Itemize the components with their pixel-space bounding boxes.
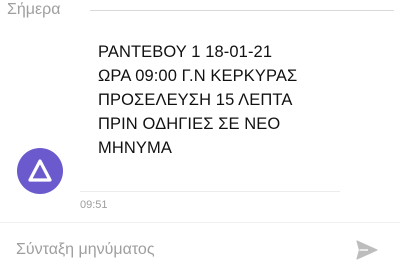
bubble-separator: [80, 191, 340, 192]
messaging-screen: Σήμερα ΡΑΝΤΕΒΟΥ 1 18-01-21 ΩΡΑ 09:00 Γ.Ν…: [0, 0, 400, 265]
message-timestamp: 09:51: [80, 199, 108, 211]
triangle-logo-icon: [28, 159, 52, 182]
sender-avatar[interactable]: [17, 148, 63, 194]
divider-line: [90, 10, 394, 11]
message-line: ΜΗΝΥΜΑ: [98, 139, 172, 157]
send-button[interactable]: [353, 238, 381, 262]
message-composer: [0, 222, 400, 265]
message-line: ΠΡΙΝ ΟΔΗΓΙΕΣ ΣΕ ΝΕΟ: [98, 115, 281, 133]
message-bubble[interactable]: ΡΑΝΤΕΒΟΥ 1 18-01-21 ΩΡΑ 09:00 Γ.Ν ΚΕΡΚΥΡ…: [78, 28, 342, 190]
compose-message-input[interactable]: [16, 241, 316, 259]
send-icon: [356, 240, 378, 260]
message-line: ΩΡΑ 09:00 Γ.Ν ΚΕΡΚΥΡΑΣ: [98, 67, 298, 85]
message-line: ΠΡΟΣΕΛΕΥΣΗ 15 ΛΕΠΤΑ: [98, 91, 293, 109]
date-label: Σήμερα: [7, 1, 61, 18]
message-text: ΡΑΝΤΕΒΟΥ 1 18-01-21 ΩΡΑ 09:00 Γ.Ν ΚΕΡΚΥΡ…: [98, 40, 338, 160]
date-divider: Σήμερα: [0, 0, 400, 22]
message-line: ΡΑΝΤΕΒΟΥ 1 18-01-21: [98, 43, 273, 61]
